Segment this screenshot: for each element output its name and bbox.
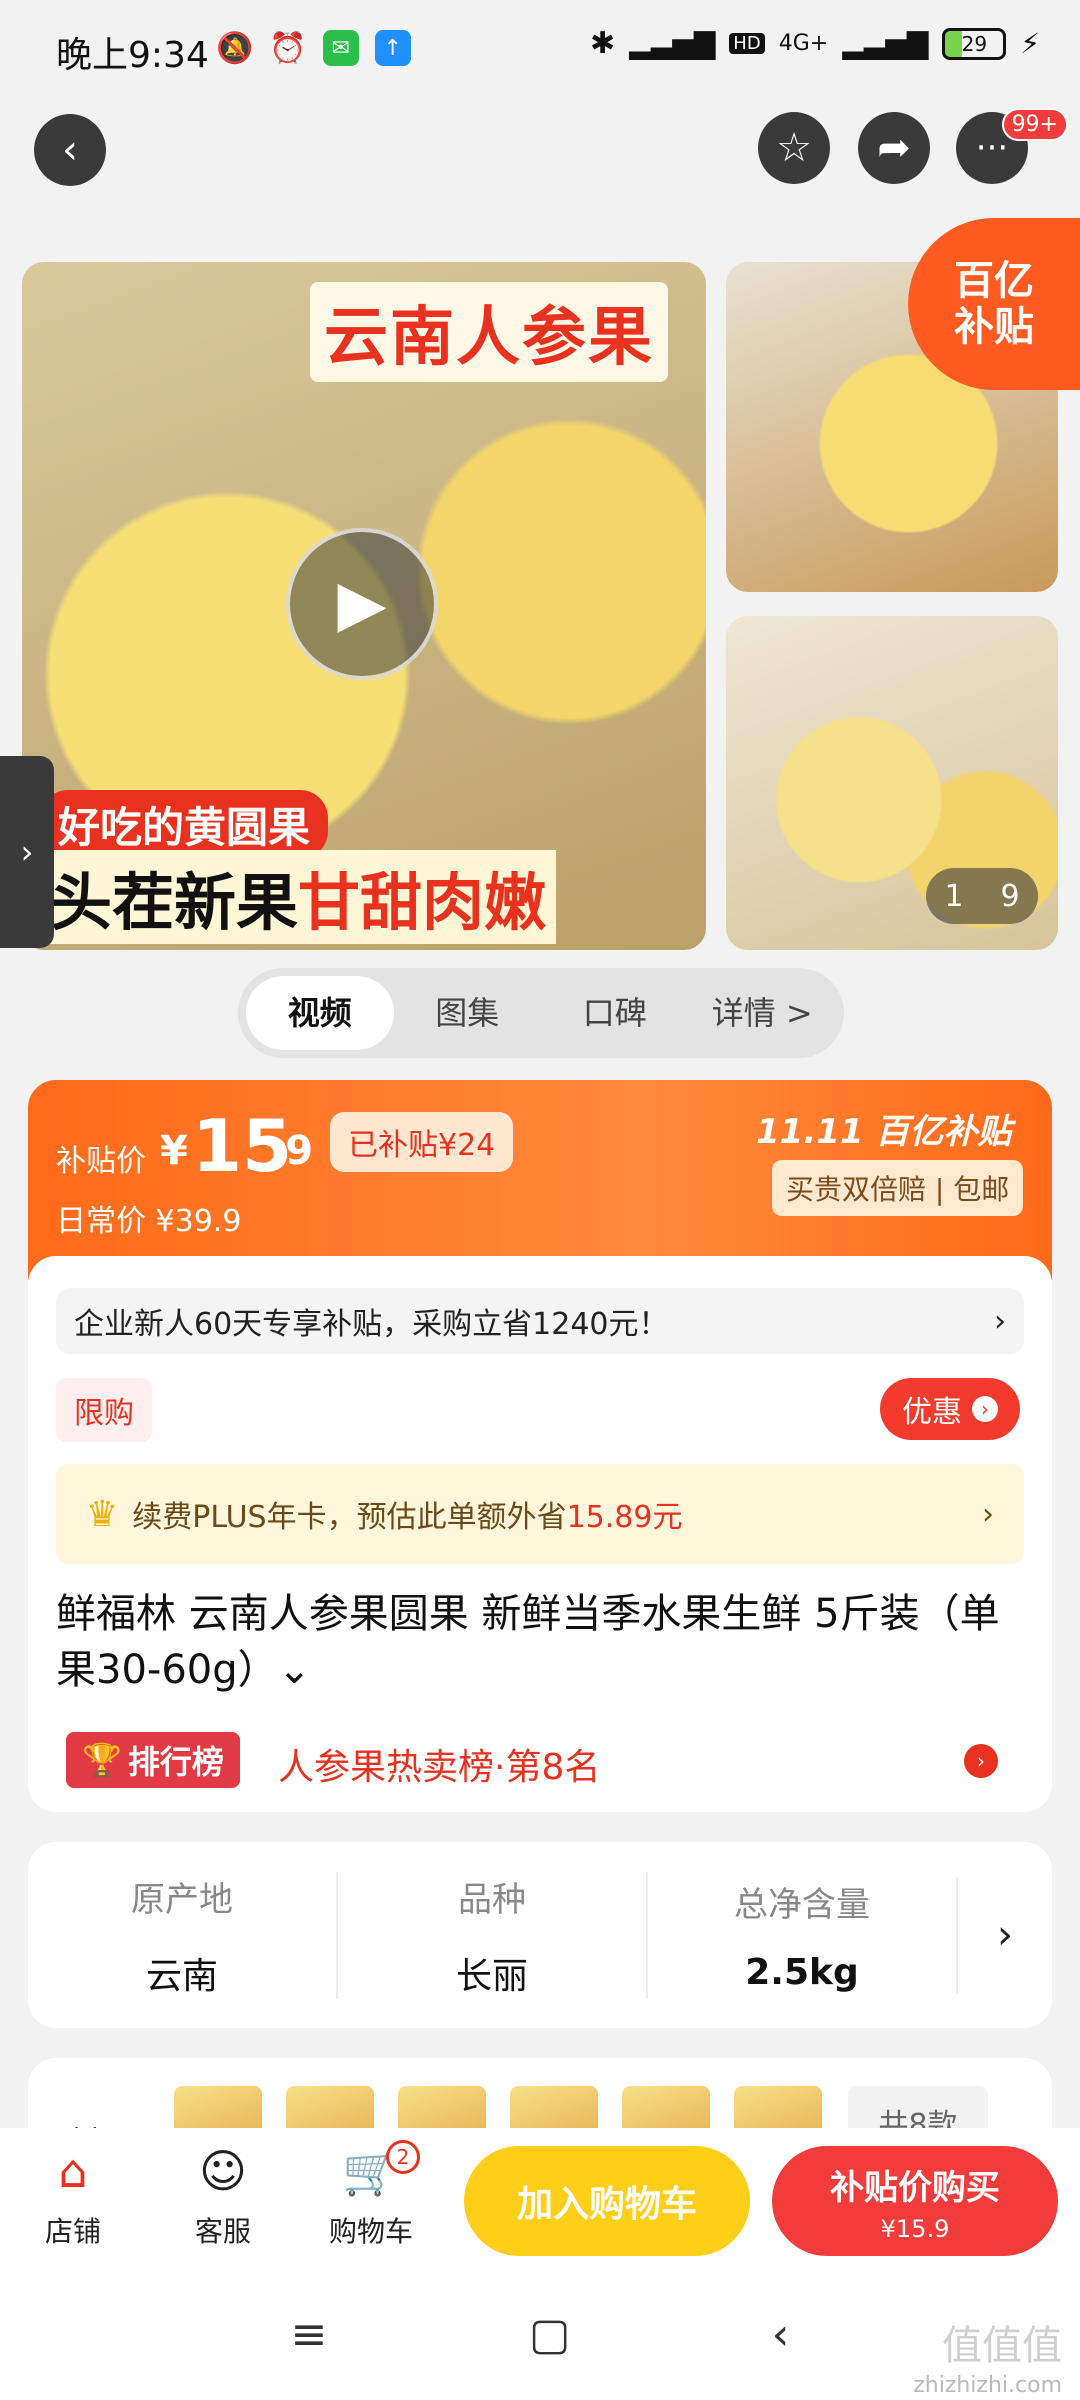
subsidy-corner-line1: 百亿 (954, 258, 1034, 304)
menu-icon[interactable]: ≡ (291, 2309, 328, 2360)
mute-bell-icon: 🔕 (216, 30, 254, 66)
tab-details[interactable]: 详情 > (689, 976, 837, 1050)
back-nav-icon[interactable]: ‹ (772, 2309, 790, 2360)
chevron-right-icon: › (972, 1396, 998, 1422)
chevron-right-icon: › (982, 1496, 994, 1532)
buy-now-button[interactable]: 补贴价购买 ¥15.9 (772, 2146, 1058, 2256)
share-button[interactable]: ➦ (858, 112, 930, 184)
image-counter-current: 1 (944, 878, 964, 914)
watermark-line1: 值值值 (942, 2323, 1062, 2369)
attribute-value: 2.5kg (745, 1952, 859, 1993)
status-time: 晚上9:34 (56, 35, 209, 76)
favorite-button[interactable]: ☆ (758, 112, 830, 184)
more-badge: 99+ (1001, 108, 1068, 141)
chat-bubble-icon: ☺ (199, 2144, 247, 2198)
star-icon: ☆ (776, 125, 812, 171)
wechat-icon: ✉ (322, 30, 359, 66)
guarantee-tag: 买贵双倍赔 | 包邮 (772, 1160, 1024, 1216)
price-currency: ¥ (160, 1128, 188, 1174)
battery-level: 29 (961, 31, 988, 56)
enterprise-promo-strip[interactable]: 企业新人60天专享补贴，采购立省1240元！ › (56, 1288, 1024, 1354)
hero-pill: 好吃的黄圆果 (40, 790, 329, 859)
product-title[interactable]: 鲜福林 云南人参果圆果 新鲜当季水果生鲜 5斤装（单果30-60g）⌄ (56, 1586, 1024, 1698)
ranking-text[interactable]: 人参果热卖榜·第8名 (278, 1738, 600, 1790)
hero-title: 云南人参果 (310, 282, 668, 382)
daily-price: 日常价 ¥39.9 (56, 1204, 242, 1239)
subsidized-amount-tag: 已补贴¥24 (330, 1112, 514, 1172)
tab-reviews[interactable]: 口碑 (541, 976, 689, 1050)
tab-gallery[interactable]: 图集 (394, 976, 542, 1050)
attribute-variety: 品种 长丽 (338, 1871, 648, 1999)
watermark-line2: zhizhizhi.com (913, 2373, 1062, 2398)
customer-service-button[interactable]: ☺ 客服 (168, 2142, 278, 2250)
hd-badge: HD (729, 33, 765, 54)
crown-icon: ♛ (86, 1493, 119, 1535)
attribute-key: 品种 (458, 1879, 526, 1920)
plus-membership-strip[interactable]: ♛ 续费PLUS年卡，预估此单额外省15.89元 › (56, 1464, 1024, 1564)
attribute-key: 原产地 (131, 1879, 233, 1920)
tab-video[interactable]: 视频 (246, 976, 394, 1050)
attribute-value: 长丽 (455, 1955, 528, 1997)
plus-amount: 15.89元 (566, 1500, 683, 1535)
buy-now-title: 补贴价购买 (830, 2167, 1000, 2208)
purchase-limit-tag: 限购 (56, 1378, 152, 1442)
hero-slogan-a: 头茬新果 (50, 866, 299, 939)
cart-label: 购物车 (328, 2215, 413, 2248)
store-icon: ⌂ (58, 2144, 88, 2198)
subsidy-corner-line2: 补贴 (954, 304, 1034, 350)
hero-slogan: 头茬新果甘甜肉嫩 (40, 850, 557, 944)
store-label: 店铺 (44, 2215, 101, 2248)
chevron-right-icon: › (994, 1303, 1006, 1339)
coupon-label: 优惠 (902, 1395, 962, 1430)
home-icon[interactable]: ▢ (529, 2309, 571, 2360)
cart-count-badge: 2 (386, 2140, 420, 2174)
play-icon: ▶ (337, 567, 387, 641)
price-decimal: .9 (270, 1128, 314, 1174)
side-expand-tab[interactable]: › (0, 756, 54, 948)
plus-text: 续费PLUS年卡，预估此单额外省15.89元 (132, 1492, 682, 1536)
image-counter-total: 9 (1000, 878, 1020, 914)
bluetooth-icon: ✱ (590, 26, 616, 61)
trophy-icon: 🏆 (82, 1741, 122, 1779)
subsidy-price-label: 补贴价 (56, 1144, 146, 1179)
back-icon: ‹ (62, 127, 78, 173)
more-icon: ··· (975, 128, 1009, 168)
charging-icon: ⚡ (1020, 27, 1040, 60)
enterprise-promo-text: 企业新人60天专享补贴，采购立省1240元！ (74, 1307, 669, 1342)
attribute-value: 云南 (145, 1955, 218, 1997)
add-to-cart-button[interactable]: 加入购物车 (464, 2146, 750, 2256)
buy-now-price: ¥15.9 (880, 2214, 950, 2243)
chevron-right-icon: › (20, 833, 34, 871)
plus-prefix: 续费PLUS年卡，预估此单额外省 (132, 1500, 567, 1535)
subsidy-corner-badge: 百亿 补贴 (908, 218, 1080, 390)
customer-service-label: 客服 (194, 2215, 251, 2248)
back-button[interactable]: ‹ (34, 114, 106, 186)
event-subsidy-logo[interactable]: 11.11 百亿补贴 (756, 1104, 1011, 1153)
signal-icon-2: ▂▃▅▇ (842, 27, 929, 60)
attribute-key: 总净含量 (734, 1885, 870, 1925)
status-system-icons: ✱ ▂▃▅▇ HD 4G+ ▂▃▅▇ 29 ⚡ (590, 26, 1040, 61)
watermark: 值值值 zhizhizhi.com (913, 2320, 1062, 2400)
signal-icon: ▂▃▅▇ (629, 27, 716, 60)
ranking-badge-label: 排行榜 (127, 1743, 224, 1781)
chevron-right-icon[interactable]: › (958, 1912, 1052, 1958)
battery-icon: 29 (942, 27, 1007, 60)
ranking-badge[interactable]: 🏆 排行榜 (66, 1732, 240, 1788)
network-label: 4G+ (778, 31, 829, 56)
coupon-button[interactable]: 优惠 › (880, 1378, 1020, 1440)
upload-icon: ↑ (374, 30, 411, 66)
ranking-arrow-icon[interactable]: › (964, 1744, 998, 1778)
attribute-origin: 原产地 云南 (28, 1871, 338, 1999)
store-button[interactable]: ⌂ 店铺 (18, 2142, 128, 2250)
attribute-net-weight: 总净含量 2.5kg (648, 1877, 958, 1993)
media-tabs: 视频 图集 口碑 详情 > (238, 968, 844, 1058)
alarm-icon: ⏰ (269, 30, 307, 66)
play-button[interactable]: ▶ (286, 528, 438, 680)
hero-slogan-b: 甘甜肉嫩 (298, 866, 547, 939)
image-counter: 1 9 (926, 868, 1038, 924)
status-notification-icons: 🔕 ⏰ ✉ ↑ (216, 28, 411, 68)
share-icon: ➦ (877, 125, 911, 171)
attributes-card[interactable]: 原产地 云南 品种 长丽 总净含量 2.5kg › (28, 1842, 1052, 2028)
